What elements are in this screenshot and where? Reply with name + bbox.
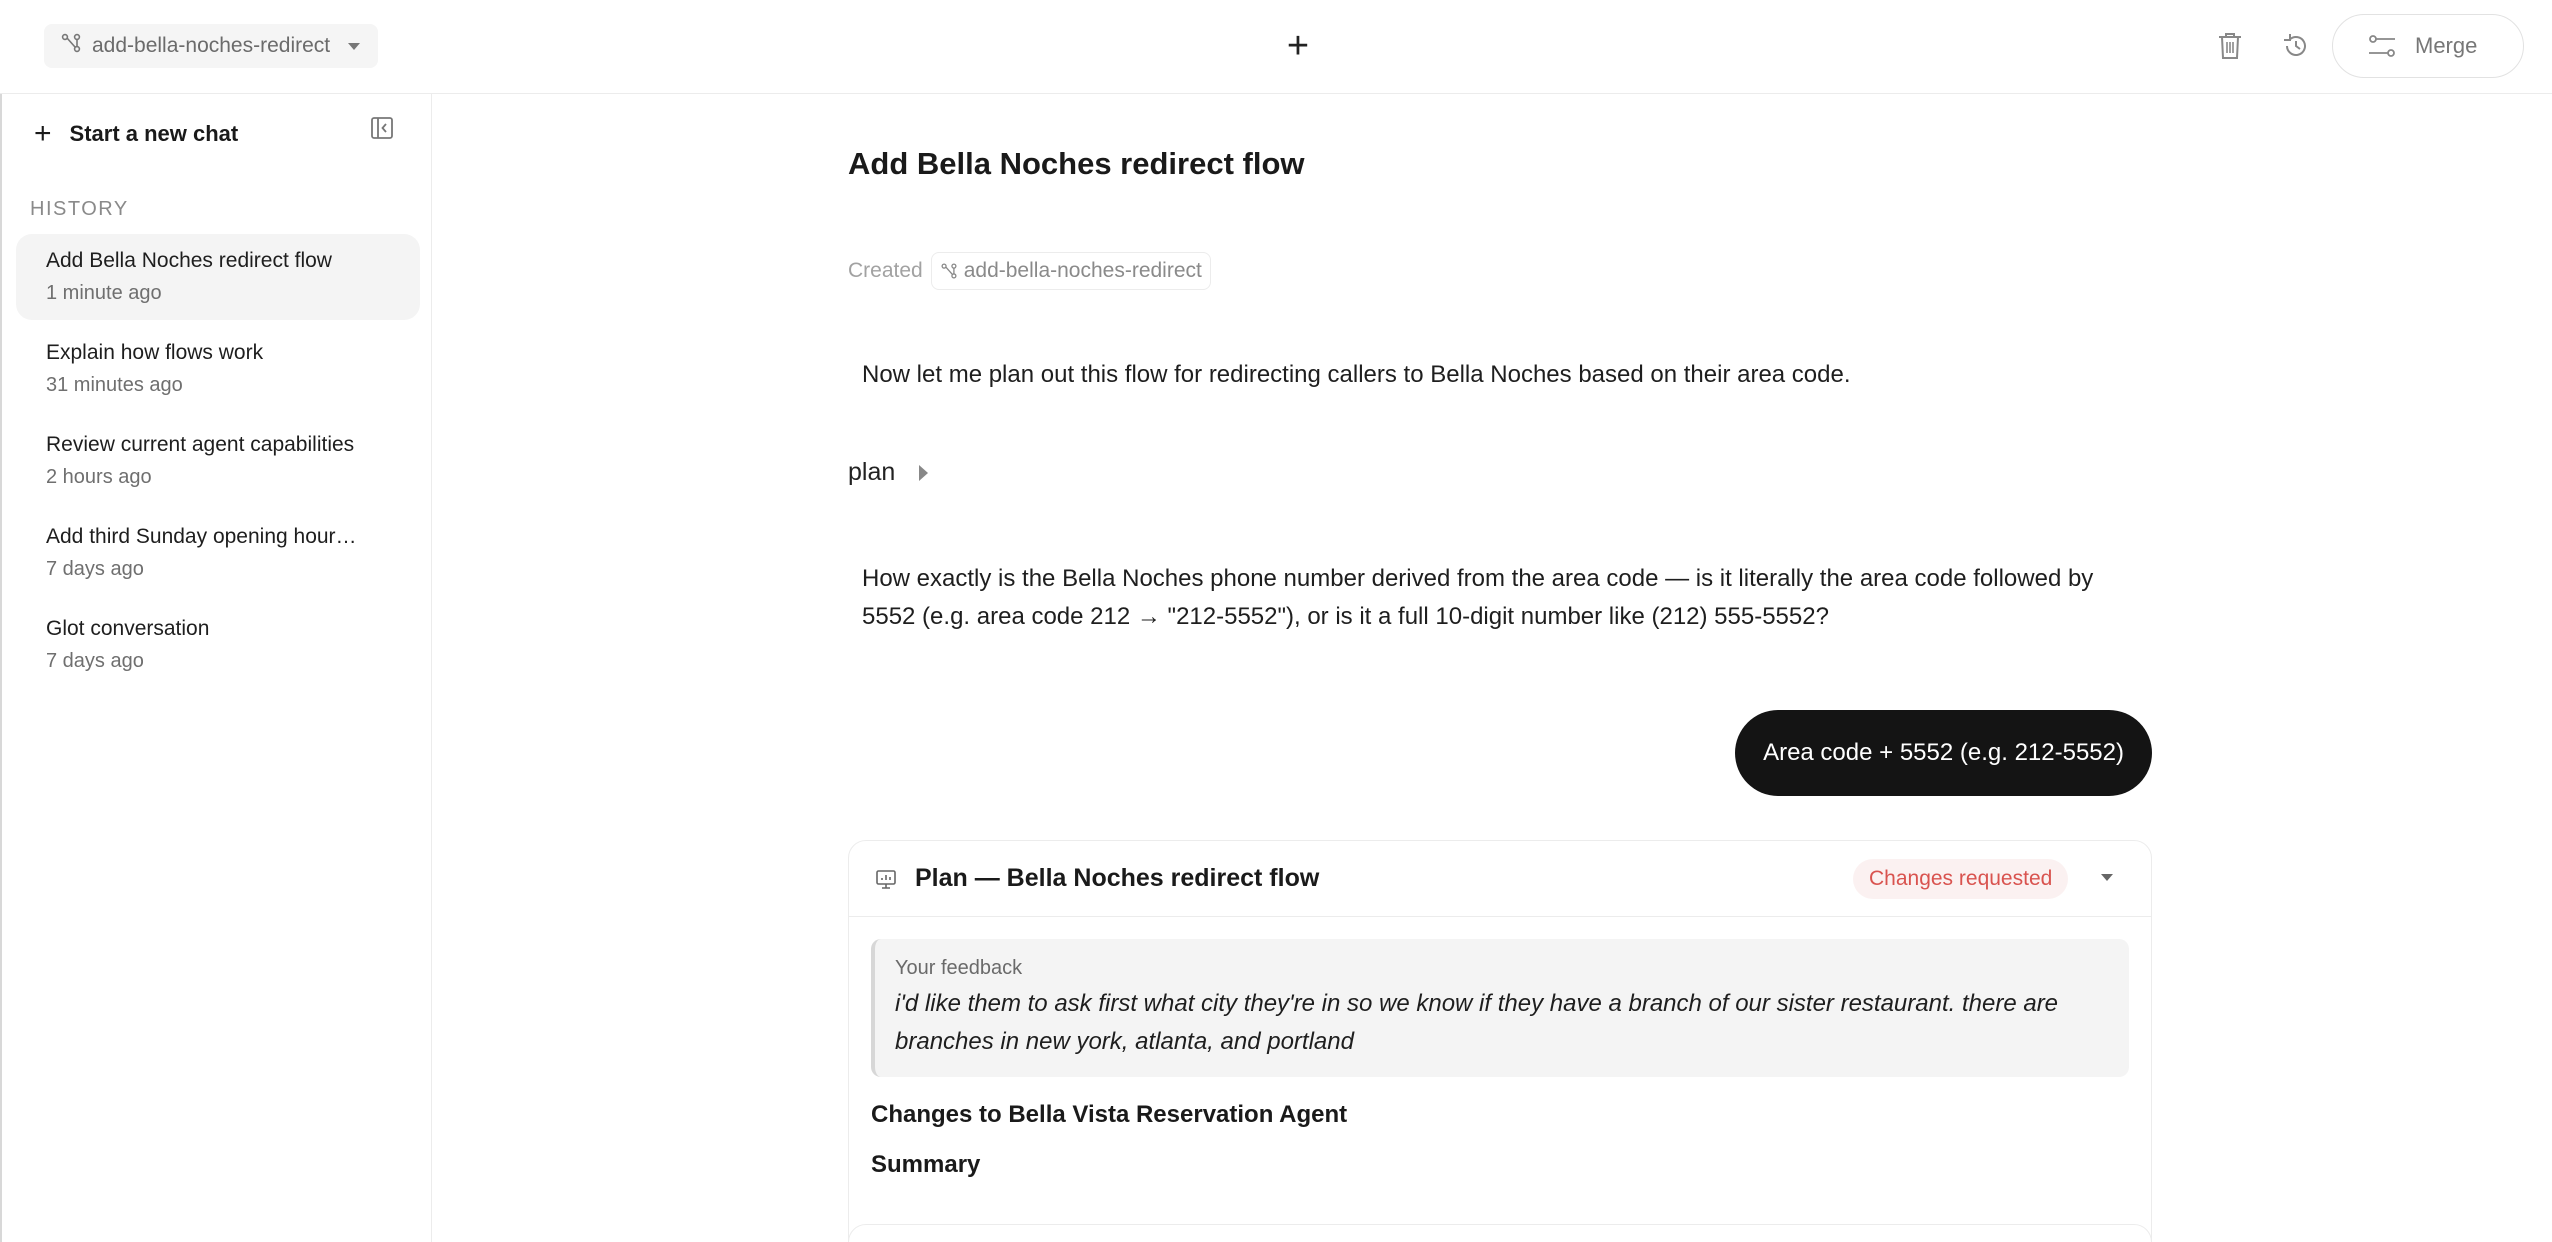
feedback-text: i'd like them to ask first what city the… <box>895 990 2059 1055</box>
history-button[interactable] <box>2276 26 2316 66</box>
branch-name: add-bella-noches-redirect <box>92 34 331 57</box>
chevron-right-icon <box>919 464 929 481</box>
history-item[interactable]: Glot conversation 7 days ago <box>16 602 420 688</box>
sidebar: + Start a new chat HISTORY Add Bella Noc… <box>0 94 432 1242</box>
page-title: Add Bella Noches redirect flow <box>848 146 1305 181</box>
history-heading: HISTORY <box>30 198 129 220</box>
trash-icon <box>2219 33 2241 59</box>
chat-panel: Add Bella Noches redirect flow Created a… <box>434 94 2552 1242</box>
created-branch-chip[interactable]: add-bella-noches-redirect <box>930 252 1211 290</box>
user-message: Area code + 5552 (e.g. 212-5552) <box>1735 710 2152 796</box>
created-branch-name: add-bella-noches-redirect <box>963 259 1202 282</box>
status-badge: Changes requested <box>1853 859 2069 899</box>
collapse-sidebar-button[interactable] <box>370 116 396 142</box>
plan-card-header[interactable]: Plan — Bella Noches redirect flow Change… <box>849 841 2151 917</box>
branch-selector[interactable]: add-bella-noches-redirect <box>44 24 379 68</box>
top-bar: add-bella-noches-redirect + Merge <box>0 0 2552 94</box>
start-new-chat-label: Start a new chat <box>69 121 239 146</box>
new-tab-button[interactable]: + <box>1280 26 1316 66</box>
plus-icon: + <box>34 117 52 150</box>
plan-summary-heading: Summary <box>871 1151 981 1178</box>
next-card <box>848 1224 2152 1242</box>
history-item-title: Explain how flows work <box>46 341 264 364</box>
created-label: Created <box>848 259 923 282</box>
merge-icon <box>2369 35 2395 57</box>
history-item-time: 7 days ago <box>46 558 144 580</box>
plan-card: Plan — Bella Noches redirect flow Change… <box>848 840 2152 1242</box>
history-item[interactable]: Review current agent capabilities 2 hour… <box>16 418 420 504</box>
history-list: Add Bella Noches redirect flow 1 minute … <box>16 234 420 694</box>
plan-section-heading: Changes to Bella Vista Reservation Agent <box>871 1101 1348 1128</box>
merge-button[interactable]: Merge <box>2332 14 2524 78</box>
feedback-label: Your feedback <box>895 957 1023 979</box>
history-item-title: Review current agent capabilities <box>46 433 355 456</box>
history-item-time: 7 days ago <box>46 650 144 672</box>
start-new-chat-button[interactable]: + Start a new chat <box>34 114 238 154</box>
chevron-down-icon[interactable] <box>2101 874 2113 881</box>
branch-icon <box>60 32 82 60</box>
history-icon <box>2284 34 2306 56</box>
history-item-time: 2 hours ago <box>46 466 152 488</box>
feedback-block: Your feedback i'd like them to ask first… <box>871 939 2129 1077</box>
sidebar-collapse-icon <box>371 117 393 139</box>
history-item-time: 1 minute ago <box>46 282 162 304</box>
presentation-chart-icon <box>876 869 896 889</box>
history-item-time: 31 minutes ago <box>46 374 183 396</box>
history-item-title: Add Bella Noches redirect flow <box>46 249 332 272</box>
history-item[interactable]: Explain how flows work 31 minutes ago <box>16 326 420 412</box>
assistant-message: Now let me plan out this flow for redire… <box>862 361 1851 388</box>
merge-label: Merge <box>2415 33 2478 58</box>
chevron-down-icon <box>348 42 361 50</box>
history-item-title: Add third Sunday opening hour… <box>46 525 357 548</box>
plan-toggle-label: plan <box>848 458 896 486</box>
created-row: Created add-bella-noches-redirect <box>848 252 1211 290</box>
history-item-title: Glot conversation <box>46 617 210 640</box>
branch-icon <box>941 263 957 279</box>
history-item[interactable]: Add Bella Noches redirect flow 1 minute … <box>16 234 420 320</box>
plan-card-title: Plan — Bella Noches redirect flow <box>915 864 1320 892</box>
history-item[interactable]: Add third Sunday opening hour… 7 days ag… <box>16 510 420 596</box>
delete-button[interactable] <box>2210 26 2250 66</box>
assistant-question: How exactly is the Bella Noches phone nu… <box>862 565 2094 630</box>
plan-toggle[interactable]: plan <box>848 458 929 487</box>
